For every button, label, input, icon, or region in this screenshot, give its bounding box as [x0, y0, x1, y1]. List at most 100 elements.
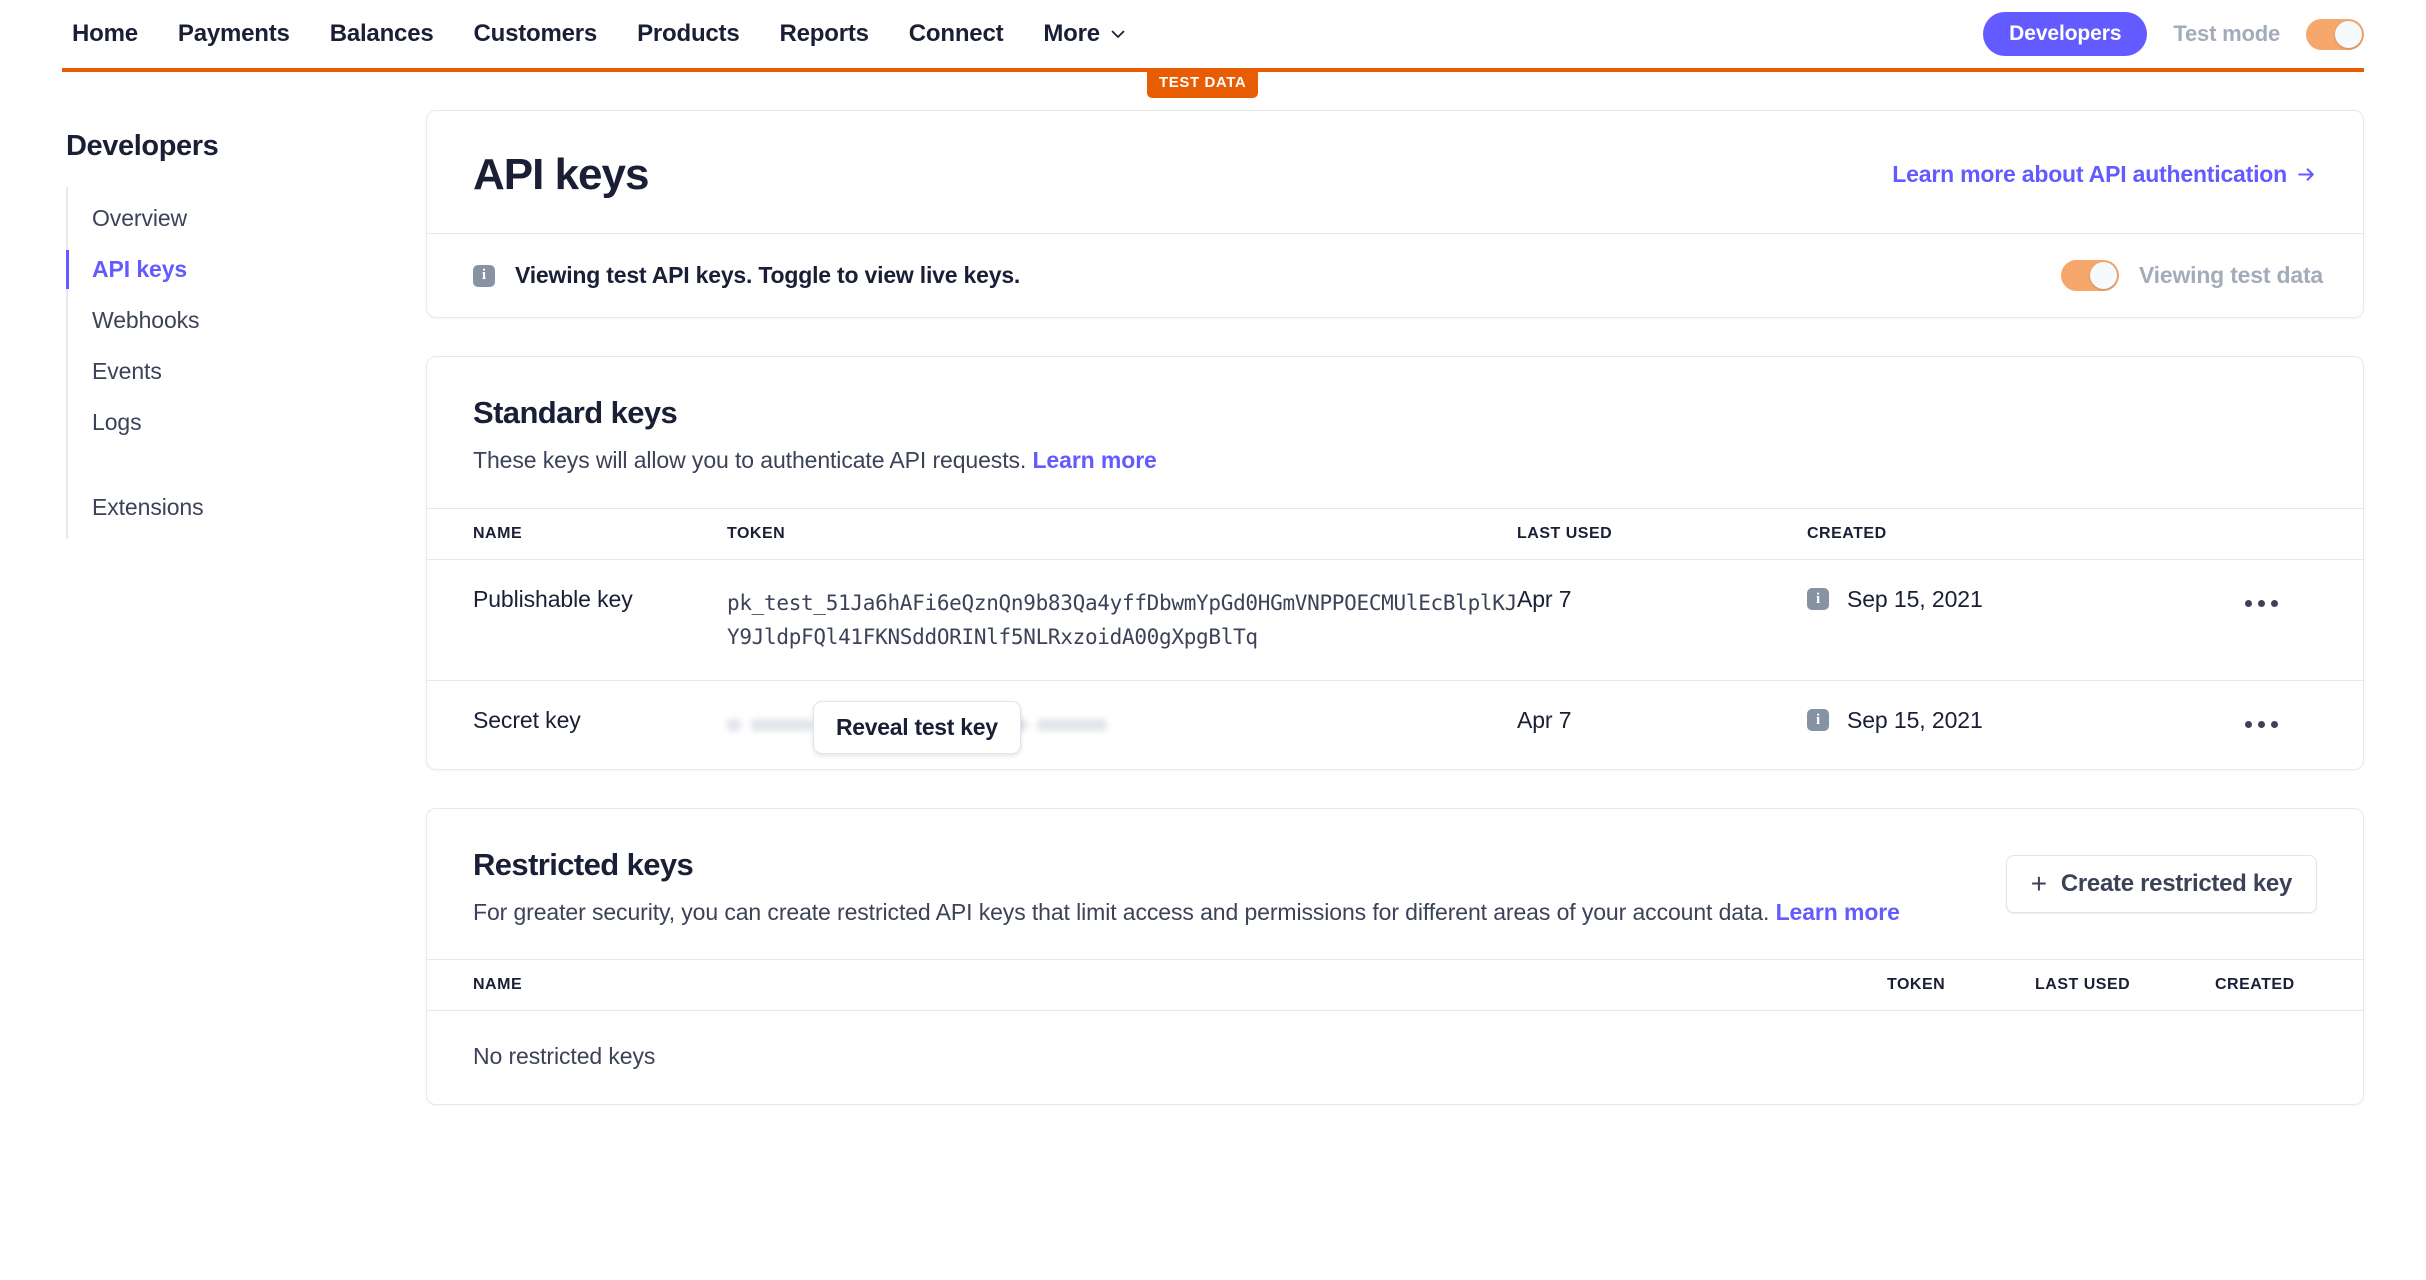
- restricted-keys-card: Restricted keys For greater security, yo…: [426, 807, 2364, 1106]
- cell-key-name: Publishable key: [427, 559, 727, 681]
- empty-state-row: No restricted keys: [427, 1011, 2363, 1105]
- learn-more-api-auth-label: Learn more about API authentication: [1892, 161, 2287, 187]
- sidebar-divider-space: [68, 448, 422, 482]
- test-keys-notice-text: Viewing test API keys. Toggle to view li…: [515, 262, 1021, 288]
- info-icon: i: [1807, 709, 1829, 732]
- nav-item-connect[interactable]: Connect: [909, 20, 1004, 48]
- column-header-created: CREATED: [2215, 959, 2363, 1012]
- nav-item-reports[interactable]: Reports: [780, 20, 869, 48]
- column-header-token: TOKEN: [1887, 959, 2035, 1012]
- cell-key-token[interactable]: pk_test_51Ja6hAFi6eQznQn9b83Qa4yffDbwmYp…: [727, 559, 1517, 681]
- cell-last-used: Apr 7: [1517, 706, 1572, 733]
- api-keys-header-card: API keys Learn more about API authentica…: [426, 110, 2364, 318]
- overflow-menu-icon[interactable]: [2243, 715, 2280, 734]
- page-body: Developers Overview API keys Webhooks Ev…: [0, 110, 2426, 1143]
- restricted-keys-table-head: NAME TOKEN LAST USED CREATED: [427, 959, 2363, 1012]
- column-header-name: NAME: [427, 507, 727, 560]
- primary-nav-links: Home Payments Balances Customers Product…: [72, 20, 1126, 48]
- nav-item-payments[interactable]: Payments: [178, 20, 290, 48]
- restricted-keys-description: For greater security, you can create res…: [473, 895, 1900, 930]
- nav-item-more-label: More: [1043, 20, 1100, 47]
- standard-keys-header: Standard keys These keys will allow you …: [427, 357, 2363, 508]
- cell-created: i Sep 15, 2021: [1807, 559, 2243, 681]
- sidebar: Developers Overview API keys Webhooks Ev…: [62, 110, 422, 1143]
- page-title: API keys: [473, 150, 649, 199]
- developers-button[interactable]: Developers: [1983, 12, 2148, 56]
- cell-last-used: Apr 7: [1517, 559, 1807, 681]
- sidebar-nav: Overview API keys Webhooks Events Logs E…: [66, 187, 422, 539]
- empty-state-text: No restricted keys: [473, 1043, 656, 1070]
- sidebar-item-webhooks[interactable]: Webhooks: [68, 295, 422, 346]
- nav-item-customers[interactable]: Customers: [474, 20, 598, 48]
- standard-keys-card: Standard keys These keys will allow you …: [426, 356, 2364, 770]
- reveal-test-key-button[interactable]: Reveal test key: [813, 700, 1021, 754]
- standard-keys-table-head: NAME TOKEN LAST USED CREATED: [427, 507, 2363, 560]
- column-header-last-used: LAST USED: [2035, 959, 2215, 1012]
- learn-more-api-auth-link[interactable]: Learn more about API authentication: [1892, 161, 2317, 188]
- api-keys-header-row: API keys Learn more about API authentica…: [427, 111, 2363, 233]
- main-content: API keys Learn more about API authentica…: [422, 110, 2364, 1143]
- test-data-badge: TEST DATA: [1147, 68, 1259, 98]
- test-mode-toggle[interactable]: [2306, 18, 2364, 50]
- plus-icon: +: [2030, 867, 2047, 899]
- viewing-test-data-label: Viewing test data: [2138, 262, 2323, 288]
- viewing-test-data-toggle[interactable]: [2060, 260, 2119, 291]
- restricted-keys-table-body: No restricted keys: [427, 1011, 2363, 1105]
- table-row: Secret key Reveal test key Apr 7 i Sep 1…: [427, 680, 2363, 769]
- column-header-last-used: LAST USED: [1517, 507, 1807, 560]
- standard-keys-table-body: Publishable key pk_test_51Ja6hAFi6eQznQn…: [427, 559, 2363, 769]
- secret-key-masked-token: Reveal test key: [727, 700, 1517, 754]
- info-icon: i: [473, 264, 495, 287]
- test-keys-notice: i Viewing test API keys. Toggle to view …: [427, 233, 2363, 317]
- viewing-test-data-group: Viewing test data: [2060, 260, 2323, 291]
- create-restricted-key-label: Create restricted key: [2060, 869, 2292, 897]
- standard-keys-description-text: These keys will allow you to authenticat…: [473, 447, 1027, 473]
- nav-item-more[interactable]: More: [1043, 20, 1126, 48]
- column-header-actions: [2243, 507, 2363, 560]
- table-header-row: NAME TOKEN LAST USED CREATED: [427, 507, 2363, 560]
- sidebar-item-events[interactable]: Events: [68, 346, 422, 397]
- standard-keys-title: Standard keys: [473, 395, 678, 430]
- column-header-name: NAME: [427, 959, 1887, 1012]
- test-data-bar: TEST DATA: [62, 68, 2364, 98]
- standard-keys-text-block: Standard keys These keys will allow you …: [473, 395, 1157, 478]
- info-icon: i: [1807, 588, 1829, 610]
- sidebar-item-overview[interactable]: Overview: [68, 193, 422, 244]
- standard-keys-description: These keys will allow you to authenticat…: [473, 443, 1157, 478]
- sidebar-item-extensions[interactable]: Extensions: [68, 482, 422, 533]
- toggle-knob: [2089, 262, 2117, 289]
- restricted-keys-text-block: Restricted keys For greater security, yo…: [473, 847, 1900, 930]
- cell-created: i Sep 15, 2021: [1807, 680, 2243, 769]
- column-header-token: TOKEN: [727, 507, 1517, 560]
- created-date: Sep 15, 2021: [1847, 585, 1983, 612]
- toggle-knob: [2335, 20, 2362, 48]
- test-mode-label: Test mode: [2173, 21, 2280, 46]
- publishable-key-token[interactable]: pk_test_51Ja6hAFi6eQznQn9b83Qa4yffDbwmYp…: [727, 586, 1517, 654]
- created-date: Sep 15, 2021: [1847, 706, 1983, 733]
- restricted-keys-table: NAME TOKEN LAST USED CREATED No restrict…: [427, 959, 2363, 1104]
- cell-actions: [2243, 559, 2363, 681]
- nav-right-group: Developers Test mode: [1983, 12, 2364, 56]
- sidebar-item-logs[interactable]: Logs: [68, 397, 422, 448]
- sidebar-item-api-keys[interactable]: API keys: [66, 244, 422, 295]
- chevron-down-icon: [1111, 30, 1125, 38]
- top-navigation-bar: Home Payments Balances Customers Product…: [0, 0, 2426, 68]
- cell-key-token: Reveal test key: [727, 680, 1517, 769]
- restricted-keys-learn-more-link[interactable]: Learn more: [1776, 899, 1900, 925]
- standard-keys-learn-more-link[interactable]: Learn more: [1032, 447, 1156, 473]
- overflow-menu-icon[interactable]: [2243, 594, 2280, 613]
- table-row: Publishable key pk_test_51Ja6hAFi6eQznQn…: [427, 559, 2363, 681]
- nav-item-balances[interactable]: Balances: [330, 20, 434, 48]
- nav-item-home[interactable]: Home: [72, 20, 138, 48]
- sidebar-title: Developers: [66, 130, 219, 162]
- standard-keys-table: NAME TOKEN LAST USED CREATED Publishable…: [427, 507, 2363, 769]
- arrow-right-icon: [2298, 168, 2314, 181]
- cell-actions: [2243, 680, 2363, 769]
- nav-item-products[interactable]: Products: [637, 20, 740, 48]
- table-header-row: NAME TOKEN LAST USED CREATED: [427, 959, 2363, 1012]
- restricted-keys-header: Restricted keys For greater security, yo…: [427, 809, 2363, 960]
- column-header-created: CREATED: [1807, 507, 2243, 560]
- cell-key-name: Secret key: [473, 706, 581, 733]
- create-restricted-key-button[interactable]: + Create restricted key: [2005, 854, 2317, 913]
- restricted-keys-description-text: For greater security, you can create res…: [473, 898, 1770, 925]
